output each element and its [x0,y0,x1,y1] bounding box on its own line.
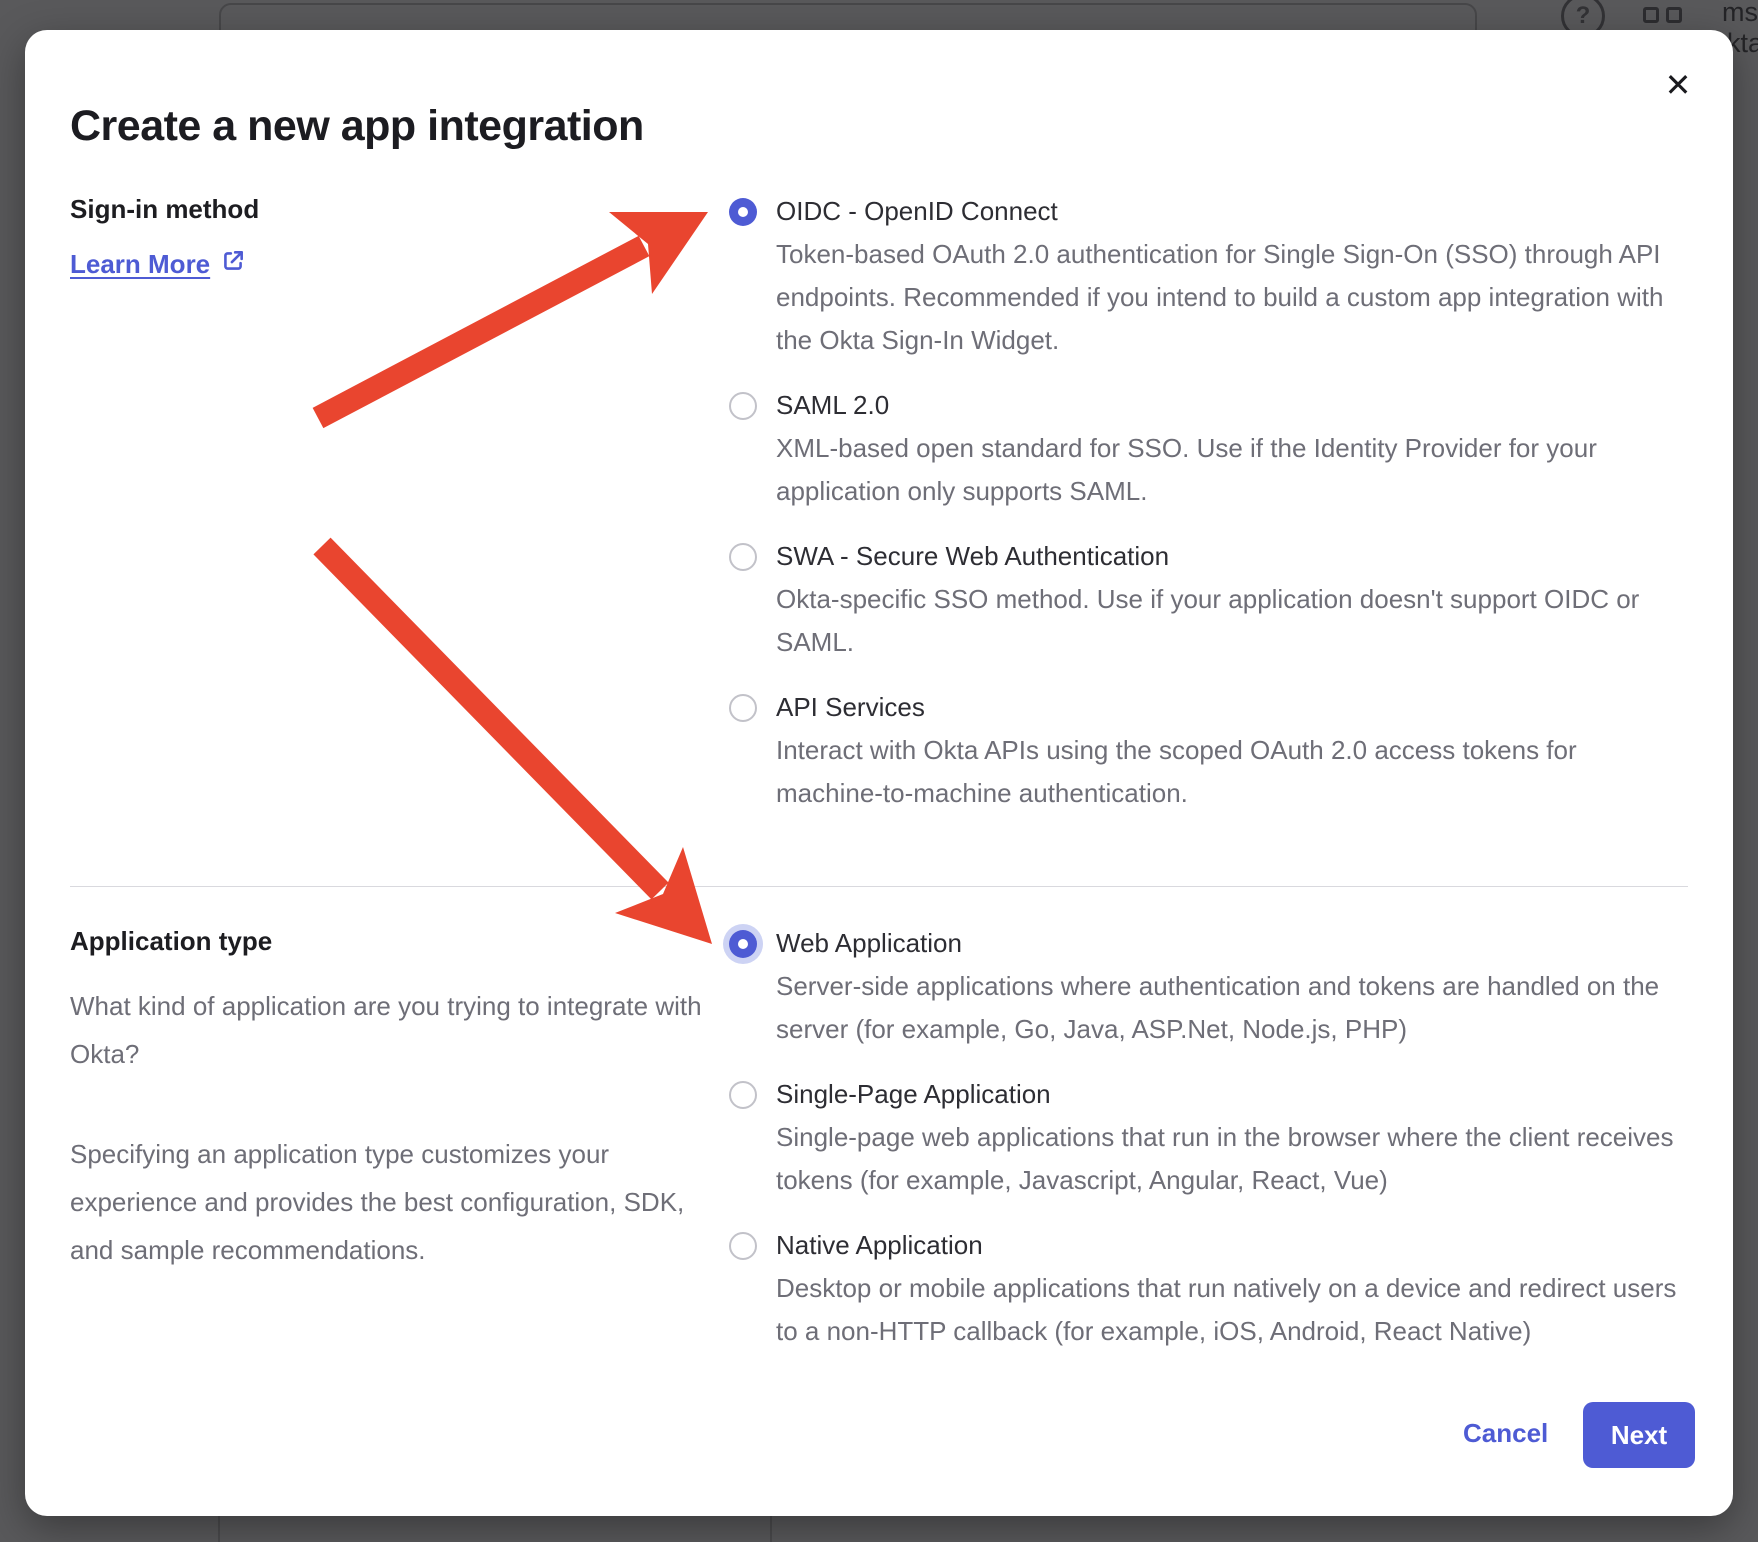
apptype-options-group: Web Application Server-side applications… [729,922,1686,1375]
close-button[interactable]: ✕ [1655,62,1701,108]
app-switcher-icon [1643,7,1682,23]
learn-more-label: Learn More [70,249,210,280]
external-link-icon [220,248,246,281]
radio-oidc[interactable] [729,198,757,226]
next-button[interactable]: Next [1583,1402,1695,1468]
option-web-app[interactable]: Web Application Server-side applications… [729,922,1686,1051]
signin-method-heading: Sign-in method [70,194,259,225]
option-description: Token-based OAuth 2.0 authentication for… [776,233,1686,362]
option-native-app[interactable]: Native Application Desktop or mobile app… [729,1224,1686,1353]
cancel-button[interactable]: Cancel [1463,1418,1548,1449]
radio-swa[interactable] [729,543,757,571]
account-text-line1: msh [1722,0,1758,28]
option-label[interactable]: Single-Page Application [776,1073,1686,1116]
option-label[interactable]: Web Application [776,922,1686,965]
dialog-title: Create a new app integration [70,102,644,151]
option-label[interactable]: SWA - Secure Web Authentication [776,535,1686,578]
option-label[interactable]: API Services [776,686,1686,729]
learn-more-link[interactable]: Learn More [70,248,246,281]
radio-saml[interactable] [729,392,757,420]
screen: ? msh kta ✕ Create a new app integration… [0,0,1758,1542]
create-app-integration-dialog: ✕ Create a new app integration Sign-in m… [25,30,1733,1516]
option-label[interactable]: Native Application [776,1224,1686,1267]
background-content-divider [770,1516,772,1542]
radio-web-app[interactable] [729,930,757,958]
application-type-heading: Application type [70,926,272,957]
section-divider [70,886,1688,887]
application-type-intro: What kind of application are you trying … [70,982,715,1078]
option-description: Desktop or mobile applications that run … [776,1267,1686,1353]
option-label[interactable]: SAML 2.0 [776,384,1686,427]
option-description: Single-page web applications that run in… [776,1116,1686,1202]
option-description: XML-based open standard for SSO. Use if … [776,427,1686,513]
option-label[interactable]: OIDC - OpenID Connect [776,190,1686,233]
option-api-services[interactable]: API Services Interact with Okta APIs usi… [729,686,1686,815]
option-oidc[interactable]: OIDC - OpenID Connect Token-based OAuth … [729,190,1686,362]
option-description: Okta-specific SSO method. Use if your ap… [776,578,1686,664]
radio-spa[interactable] [729,1081,757,1109]
radio-native-app[interactable] [729,1232,757,1260]
option-description: Server-side applications where authentic… [776,965,1686,1051]
option-saml[interactable]: SAML 2.0 XML-based open standard for SSO… [729,384,1686,513]
option-swa[interactable]: SWA - Secure Web Authentication Okta-spe… [729,535,1686,664]
application-type-note: Specifying an application type customize… [70,1130,715,1274]
radio-api-services[interactable] [729,694,757,722]
close-icon: ✕ [1665,67,1692,103]
option-spa[interactable]: Single-Page Application Single-page web … [729,1073,1686,1202]
signin-options-group: OIDC - OpenID Connect Token-based OAuth … [729,190,1686,837]
background-sidebar-edge [218,1516,220,1542]
option-description: Interact with Okta APIs using the scoped… [776,729,1686,815]
